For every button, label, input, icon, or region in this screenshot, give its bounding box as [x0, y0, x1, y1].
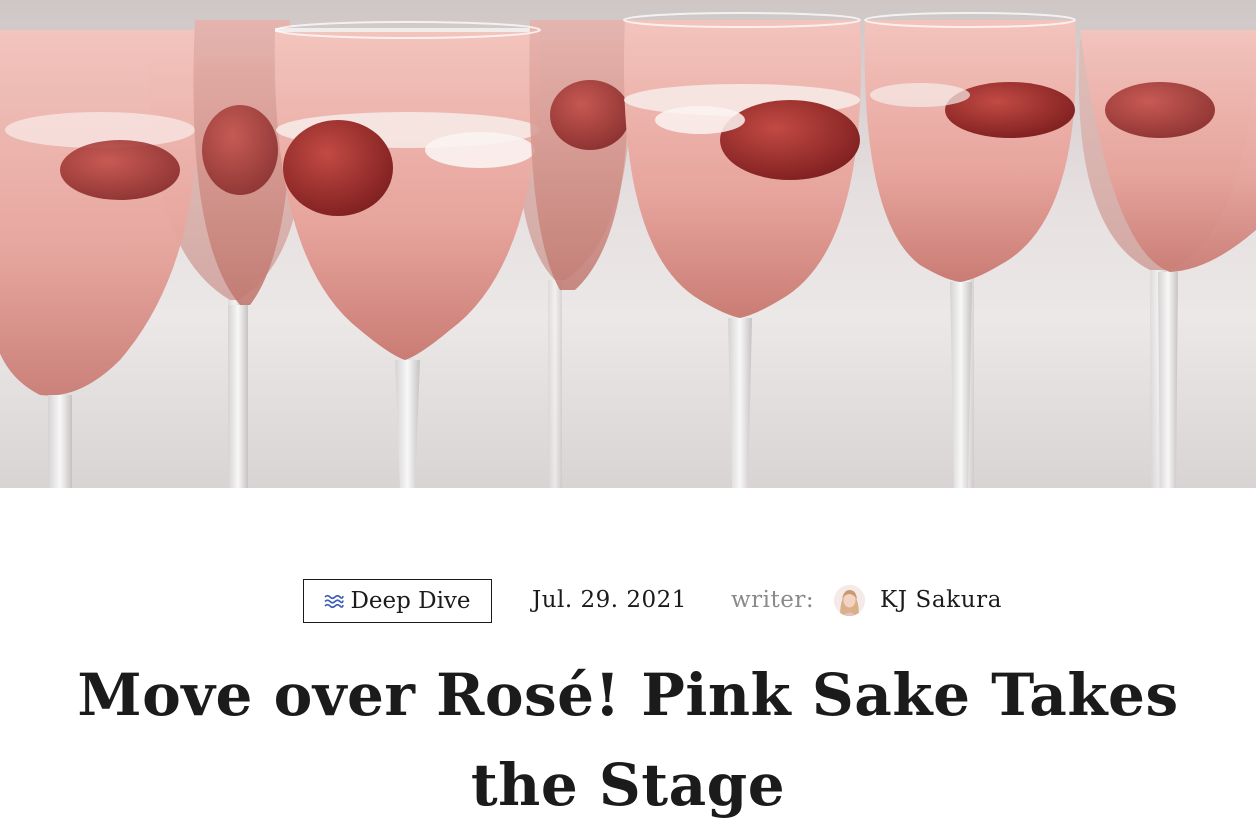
author-name-link[interactable]: KJ Sakura	[880, 587, 1002, 613]
author-avatar[interactable]	[834, 585, 865, 616]
author-avatar-image	[834, 585, 865, 616]
hero-image	[0, 0, 1256, 488]
category-tag-button[interactable]: Deep Dive	[303, 579, 492, 623]
article-meta: Deep Dive Jul. 29. 2021 writer: KJ Sakur…	[0, 578, 1256, 626]
article-title: Move over Rosé! Pink Sake Takes the Stag…	[77, 661, 1179, 819]
wine-glasses-illustration	[0, 12, 1256, 488]
writer-label: writer:	[731, 587, 815, 613]
publish-date: Jul. 29. 2021	[532, 587, 687, 613]
waves-icon	[324, 594, 345, 609]
category-label: Deep Dive	[350, 588, 471, 614]
